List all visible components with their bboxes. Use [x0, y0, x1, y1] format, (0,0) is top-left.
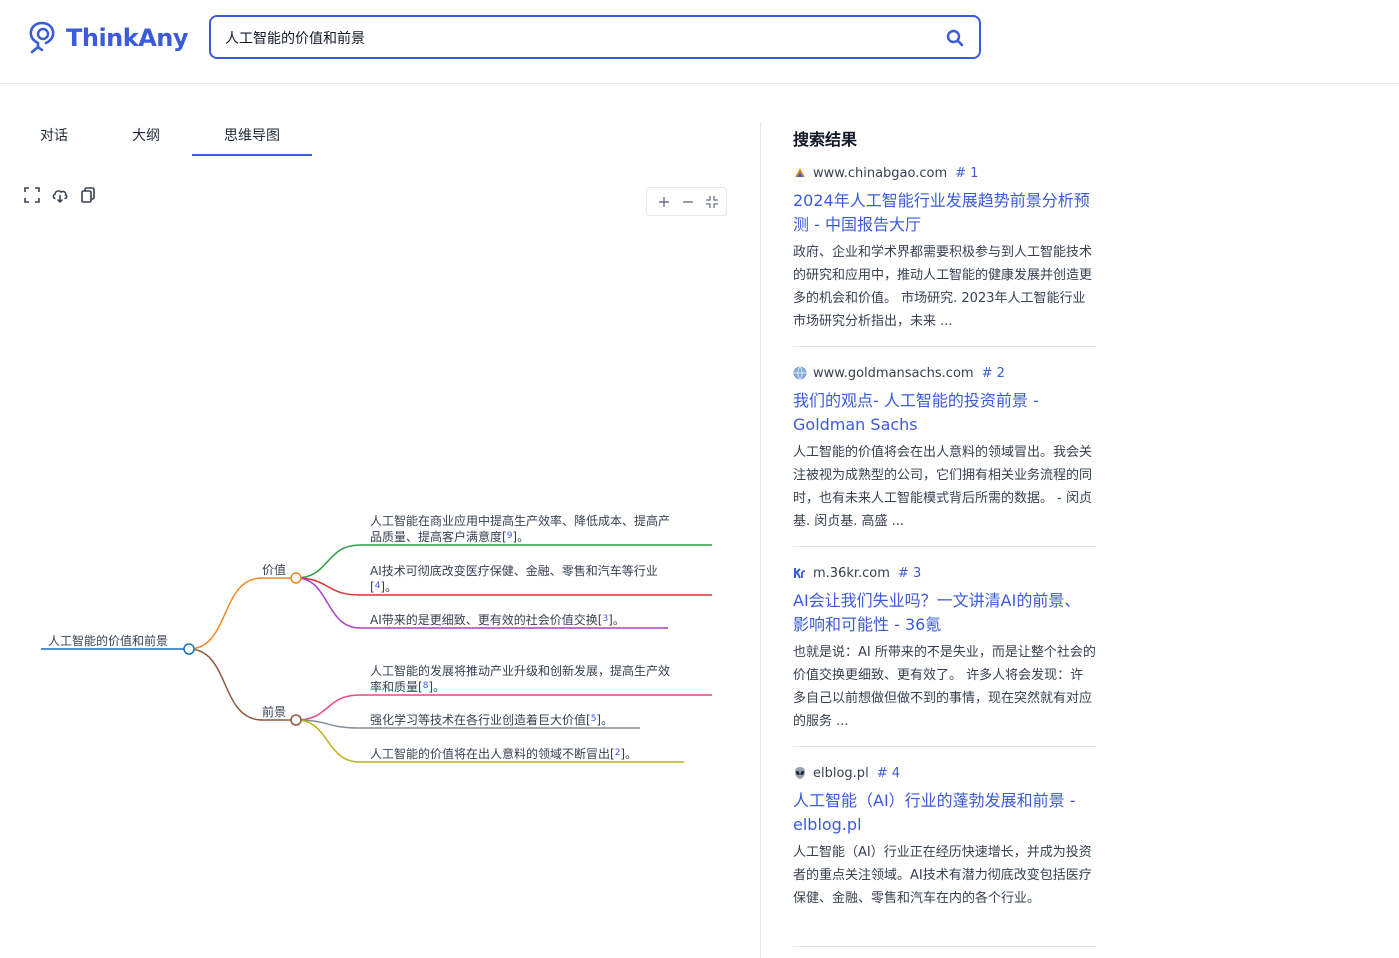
zoom-out-icon[interactable]	[680, 194, 696, 210]
result-item: www.goldmansachs.com # 2 我们的观点- 人工智能的投资前…	[793, 363, 1096, 547]
36kr-favicon-icon	[794, 568, 806, 579]
goldmansachs-favicon-icon	[793, 366, 807, 380]
result-item: m.36kr.com # 3 AI会让我们失业吗？一文讲清AI的前景、影响和可能…	[793, 563, 1096, 747]
branch-value[interactable]: 价值	[262, 562, 286, 577]
fullscreen-icon[interactable]	[23, 186, 41, 204]
tab-mindmap[interactable]: 思维导图	[192, 118, 312, 156]
search-box	[209, 15, 981, 59]
copy-icon[interactable]	[79, 186, 97, 204]
leaf-prospect-2[interactable]: 强化学习等技术在各行业创造着巨大价值[5]。	[370, 712, 613, 727]
svg-text:AI技术可彻底改变医疗保健、金融、零售和汽车等行业: AI技术可彻底改变医疗保健、金融、零售和汽车等行业	[370, 563, 658, 578]
logo-text: ThinkAny	[66, 24, 189, 52]
zoom-in-icon[interactable]	[656, 194, 672, 210]
svg-text:[4]。: [4]。	[370, 580, 397, 594]
result-snippet: 人工智能的价值将会在出人意料的领域冒出。我会关注被视为成熟型的公司，它们拥有相关…	[793, 445, 1093, 529]
result-domain: elblog.pl	[813, 765, 869, 781]
chinabgao-favicon-icon	[795, 168, 805, 177]
root-collapse-toggle[interactable]	[183, 643, 195, 655]
alien-favicon-icon	[794, 767, 806, 779]
result-snippet: 政府、企业和学术界都需要积极参与到人工智能技术的研究和应用中，推动人工智能的健康…	[793, 245, 1093, 329]
result-snippet: 人工智能（AI）行业正在经历快速增长，并成为投资者的重点关注领域。AI技术有潜力…	[793, 845, 1092, 906]
result-title-link[interactable]: AI会让我们失业吗？一文讲清AI的前景、影响和可能性 - 36氪	[793, 589, 1096, 637]
result-source[interactable]: www.goldmansachs.com # 2	[793, 363, 1096, 383]
result-domain: www.chinabgao.com	[813, 165, 948, 181]
tab-outline[interactable]: 大纲	[112, 118, 180, 154]
result-title-link[interactable]: 2024年人工智能行业发展趋势前景分析预测 - 中国报告大厅	[793, 189, 1096, 237]
result-item: www.chinabgao.com # 1 2024年人工智能行业发展趋势前景分…	[793, 163, 1096, 347]
panel-divider	[760, 122, 761, 958]
root-node[interactable]: 人工智能的价值和前景	[48, 633, 168, 648]
leaf-value-3[interactable]: AI带来的是更细致、更有效的社会价值交换[3]。	[370, 612, 625, 627]
result-number: # 4	[876, 765, 900, 781]
branch-prospect[interactable]: 前景	[262, 704, 286, 719]
result-number: # 2	[981, 365, 1005, 381]
leaf-value-1[interactable]: 人工智能在商业应用中提高生产效率、降低成本、提高产 品质量、提高客户满意度[9]…	[370, 513, 670, 544]
result-domain: m.36kr.com	[813, 565, 890, 581]
top-header: ThinkAny	[0, 0, 1399, 84]
svg-text:人工智能在商业应用中提高生产效率、降低成本、提高产: 人工智能在商业应用中提高生产效率、降低成本、提高产	[370, 513, 670, 528]
result-domain: www.goldmansachs.com	[813, 365, 974, 381]
svg-text:品质量、提高客户满意度[9]。: 品质量、提高客户满意度[9]。	[370, 529, 529, 544]
svg-text:人工智能的价值将在出人意料的领域不断冒出[2]。: 人工智能的价值将在出人意料的领域不断冒出[2]。	[370, 746, 637, 761]
logo[interactable]: ThinkAny	[26, 20, 189, 56]
edge-root-value	[188, 577, 263, 650]
edge-root-prospect	[188, 648, 263, 721]
leaf-prospect-3[interactable]: 人工智能的价值将在出人意料的领域不断冒出[2]。	[370, 746, 637, 761]
mindmap-canvas[interactable]: 人工智能的价值和前景 价值 人工智能在商业应用中提高生产效率、降低成本、提高产 …	[0, 220, 760, 958]
result-item: elblog.pl # 4 人工智能（AI）行业的蓬勃发展和前景 - elblo…	[793, 763, 1096, 947]
svg-text:AI带来的是更细致、更有效的社会价值交换[3]。: AI带来的是更细致、更有效的社会价值交换[3]。	[370, 612, 625, 627]
leaf-value-2[interactable]: AI技术可彻底改变医疗保健、金融、零售和汽车等行业 [4]。	[370, 563, 658, 594]
edge-value-2	[295, 577, 712, 596]
result-source[interactable]: elblog.pl # 4	[793, 763, 1096, 783]
leaf-prospect-1[interactable]: 人工智能的发展将推动产业升级和创新发展，提高生产效 率和质量[8]。	[370, 663, 670, 694]
svg-text:率和质量[8]。: 率和质量[8]。	[370, 679, 445, 694]
fit-screen-icon[interactable]	[704, 194, 720, 210]
result-number: # 3	[897, 565, 922, 581]
result-title-link[interactable]: 人工智能（AI）行业的蓬勃发展和前景 - elblog.pl	[793, 789, 1096, 837]
branch-value-toggle[interactable]	[290, 572, 302, 584]
search-input[interactable]	[225, 27, 925, 49]
branch-prospect-toggle[interactable]	[290, 714, 302, 726]
result-source[interactable]: m.36kr.com # 3	[793, 563, 1096, 583]
svg-text:强化学习等技术在各行业创造着巨大价值[5]。: 强化学习等技术在各行业创造着巨大价值[5]。	[370, 712, 613, 727]
svg-text:人工智能的发展将推动产业升级和创新发展，提高生产效: 人工智能的发展将推动产业升级和创新发展，提高生产效	[370, 663, 670, 678]
logo-icon	[29, 21, 55, 54]
result-title-link[interactable]: 我们的观点- 人工智能的投资前景 - Goldman Sachs	[793, 389, 1096, 437]
zoom-controls	[646, 187, 727, 216]
result-number: # 1	[955, 165, 979, 181]
result-source[interactable]: www.chinabgao.com # 1	[793, 163, 1096, 183]
tab-chat[interactable]: 对话	[20, 118, 88, 154]
result-snippet: 也就是说：AI 所带来的不是失业，而是让整个社会的价值交换更细致、更有效了。 许…	[793, 645, 1096, 729]
cloud-download-icon[interactable]	[51, 186, 69, 204]
search-icon[interactable]	[945, 28, 965, 48]
results-title: 搜索结果	[793, 130, 858, 149]
